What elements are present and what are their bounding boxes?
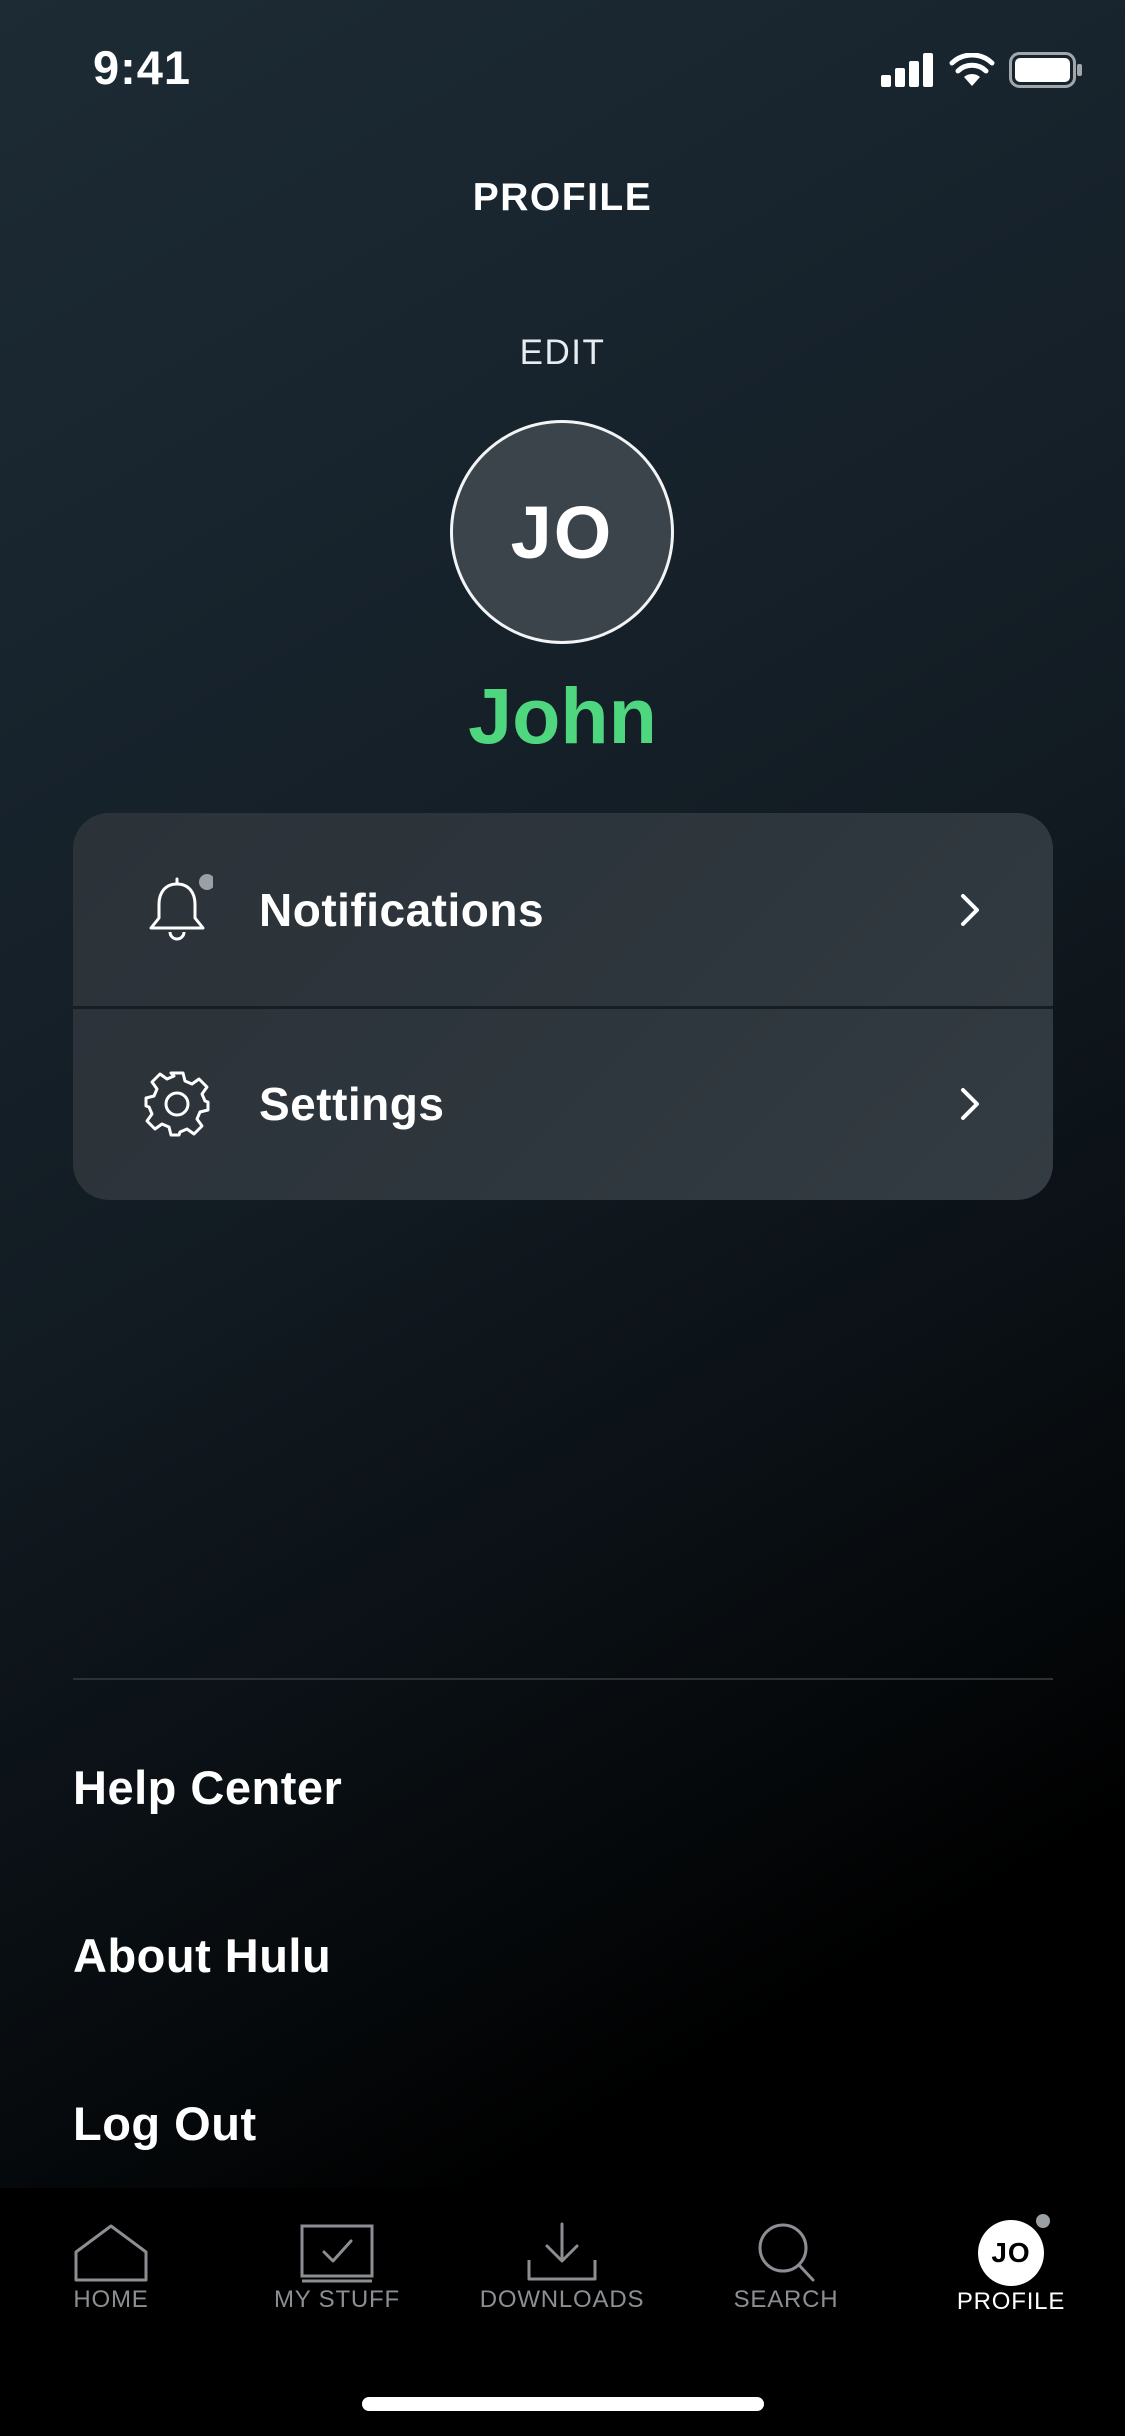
tab-my-stuff[interactable]: MY STUFF (237, 2220, 437, 2314)
menu-item-label: Settings (259, 1077, 445, 1130)
signal-icon (881, 53, 933, 87)
tab-label: HOME (73, 2286, 149, 2313)
gear-icon (144, 1071, 210, 1136)
tab-profile[interactable]: JO PROFILE (911, 2212, 1111, 2316)
about-hulu-link[interactable]: About Hulu (73, 1928, 331, 1983)
status-icons (881, 50, 1083, 90)
search-icon (758, 2223, 815, 2282)
home-indicator (362, 2397, 764, 2411)
notification-dot (1034, 2212, 1052, 2230)
tab-label: SEARCH (733, 2286, 839, 2313)
settings-row[interactable]: Settings (73, 1007, 1053, 1200)
wifi-icon (949, 53, 995, 86)
profile-menu: Notifications Settings (73, 813, 1053, 1200)
log-out-link[interactable]: Log Out (73, 2096, 257, 2151)
menu-item-label: Notifications (259, 883, 545, 936)
status-time: 9:41 (93, 41, 192, 94)
tab-label: DOWNLOADS (479, 2286, 645, 2313)
chevron-right-icon (961, 1087, 979, 1120)
tab-label: PROFILE (956, 2288, 1066, 2315)
tab-label: MY STUFF (274, 2286, 400, 2313)
page-title: PROFILE (472, 176, 653, 219)
notifications-row[interactable]: Notifications (73, 813, 1053, 1006)
battery-icon (1009, 52, 1082, 88)
tab-avatar-initials: JO (991, 2237, 1031, 2268)
chevron-right-icon (961, 893, 979, 926)
my-stuff-icon (300, 2224, 374, 2283)
tab-home[interactable]: HOME (11, 2220, 211, 2314)
edit-button[interactable]: EDIT (0, 333, 1125, 373)
profile-name: John (468, 671, 657, 760)
tab-avatar: JO (978, 2212, 1052, 2286)
download-icon (527, 2222, 597, 2281)
tab-search[interactable]: SEARCH (686, 2220, 886, 2314)
avatar[interactable]: JO (450, 420, 674, 644)
tab-downloads[interactable]: DOWNLOADS (462, 2220, 662, 2314)
bell-icon (149, 873, 213, 940)
help-center-link[interactable]: Help Center (73, 1760, 342, 1815)
status-bar: 9:41 (0, 0, 1125, 135)
section-divider (73, 1678, 1053, 1680)
home-icon (74, 2224, 148, 2282)
avatar-initials: JO (510, 490, 614, 574)
profile-screen: 9:41 PROFILE EDIT JO John Notifications … (0, 0, 1125, 2436)
